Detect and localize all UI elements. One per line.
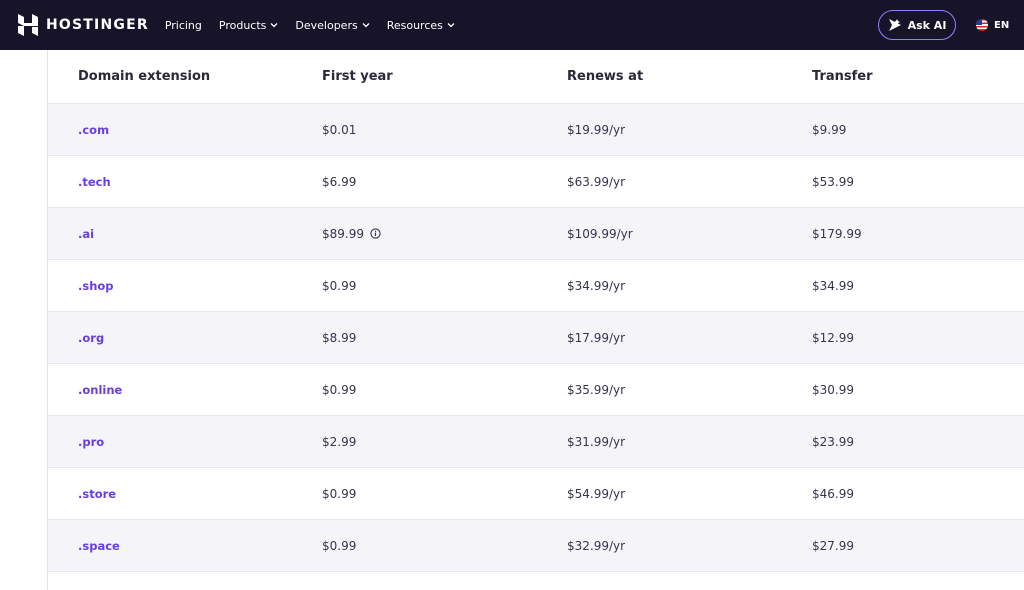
renewal-price: $19.99/yr <box>567 122 626 137</box>
sparkle-icon <box>888 19 901 31</box>
nav-link-label: Products <box>218 18 267 32</box>
ask-ai-button[interactable]: Ask AI <box>878 10 956 40</box>
domain-extension-link[interactable]: .org <box>78 331 104 345</box>
nav-link-pricing[interactable]: Pricing <box>165 19 202 32</box>
column-header-extension: Domain extension <box>78 69 211 84</box>
transfer-price: $23.99 <box>812 434 854 449</box>
nav-link-label: Developers <box>295 18 358 32</box>
domain-extension-link[interactable]: .com <box>78 123 109 137</box>
renewal-price: $31.99/yr <box>567 434 626 449</box>
top-navbar: HOSTINGER Pricing Products Developers Re… <box>0 0 1024 50</box>
brand-name: HOSTINGER <box>46 17 149 33</box>
column-header-first-year: First year <box>322 69 393 84</box>
transfer-price: $53.99 <box>812 174 854 189</box>
renewal-price: $109.99/yr <box>567 226 633 241</box>
transfer-price: $46.99 <box>812 486 854 501</box>
nav-link-resources[interactable]: Resources <box>387 19 455 32</box>
transfer-price: $30.99 <box>812 382 854 397</box>
renewal-price: $32.99/yr <box>567 538 626 553</box>
nav-link-developers[interactable]: Developers <box>295 18 370 32</box>
table-row: .store $0.99 $54.99/yr $46.99 <box>48 468 1024 520</box>
table-row: .online $0.99 $35.99/yr $30.99 <box>48 364 1024 416</box>
domain-extension-link[interactable]: .tech <box>78 175 111 189</box>
table-row: .shop $0.99 $34.99/yr $34.99 <box>48 260 1024 312</box>
info-icon[interactable] <box>370 228 381 239</box>
first-year-price: $0.99 <box>322 278 357 293</box>
column-header-transfer: Transfer <box>812 69 873 84</box>
hostinger-logo-icon <box>18 14 38 36</box>
domain-extension-link[interactable]: .shop <box>78 279 114 293</box>
first-year-price: $0.99 <box>322 538 357 553</box>
transfer-price: $34.99 <box>812 278 854 293</box>
brand-logo[interactable]: HOSTINGER <box>18 0 149 50</box>
chevron-down-icon <box>270 22 278 28</box>
domain-extension-link[interactable]: .pro <box>78 435 104 449</box>
first-year-price: $6.99 <box>322 174 357 189</box>
transfer-price: $27.99 <box>812 538 854 553</box>
renewal-price: $54.99/yr <box>567 486 626 501</box>
column-header-renews-at: Renews at <box>567 69 644 84</box>
table-row: .pro $2.99 $31.99/yr $23.99 <box>48 416 1024 468</box>
first-year-price: $89.99 <box>322 226 364 241</box>
table-row: .tech $6.99 $63.99/yr $53.99 <box>48 156 1024 208</box>
renewal-price: $34.99/yr <box>567 278 626 293</box>
domain-extension-link[interactable]: .online <box>78 383 122 397</box>
domain-extension-link[interactable]: .ai <box>78 227 94 241</box>
domain-extension-link[interactable]: .store <box>78 487 116 501</box>
nav-link-label: Pricing <box>164 18 202 32</box>
transfer-price: $179.99 <box>812 226 862 241</box>
language-label: EN <box>994 19 1010 31</box>
first-year-price: $8.99 <box>322 330 357 345</box>
domain-extension-link[interactable]: .space <box>78 539 120 553</box>
transfer-price: $12.99 <box>812 330 854 345</box>
first-year-price: $0.01 <box>322 122 357 137</box>
language-selector[interactable]: EN <box>976 17 1009 33</box>
nav-links: Pricing Products Developers Resources <box>165 19 472 32</box>
renewal-price: $63.99/yr <box>567 174 626 189</box>
table-row: .space $0.99 $32.99/yr $27.99 <box>48 520 1024 572</box>
nav-link-products[interactable]: Products <box>219 19 279 32</box>
us-flag-icon <box>976 19 988 31</box>
table-header-row: Domain extension First year Renews at Tr… <box>48 50 1024 104</box>
table-row: .org $8.99 $17.99/yr $12.99 <box>48 312 1024 364</box>
domain-pricing-table: Domain extension First year Renews at Tr… <box>47 50 1024 590</box>
chevron-down-icon <box>447 22 455 28</box>
first-year-price: $0.99 <box>322 486 357 501</box>
table-row: .com $0.01 $19.99/yr $9.99 <box>48 104 1024 156</box>
transfer-price: $9.99 <box>812 122 847 137</box>
first-year-price: $2.99 <box>322 434 357 449</box>
first-year-price: $0.99 <box>322 382 357 397</box>
table-row: .ai $89.99 $109.99/yr $179.99 <box>48 208 1024 260</box>
ask-ai-label: Ask AI <box>907 18 947 32</box>
nav-link-label: Resources <box>386 18 443 32</box>
chevron-down-icon <box>362 22 370 28</box>
renewal-price: $17.99/yr <box>567 330 626 345</box>
first-year-price-cell: $89.99 <box>322 208 381 259</box>
renewal-price: $35.99/yr <box>567 382 626 397</box>
